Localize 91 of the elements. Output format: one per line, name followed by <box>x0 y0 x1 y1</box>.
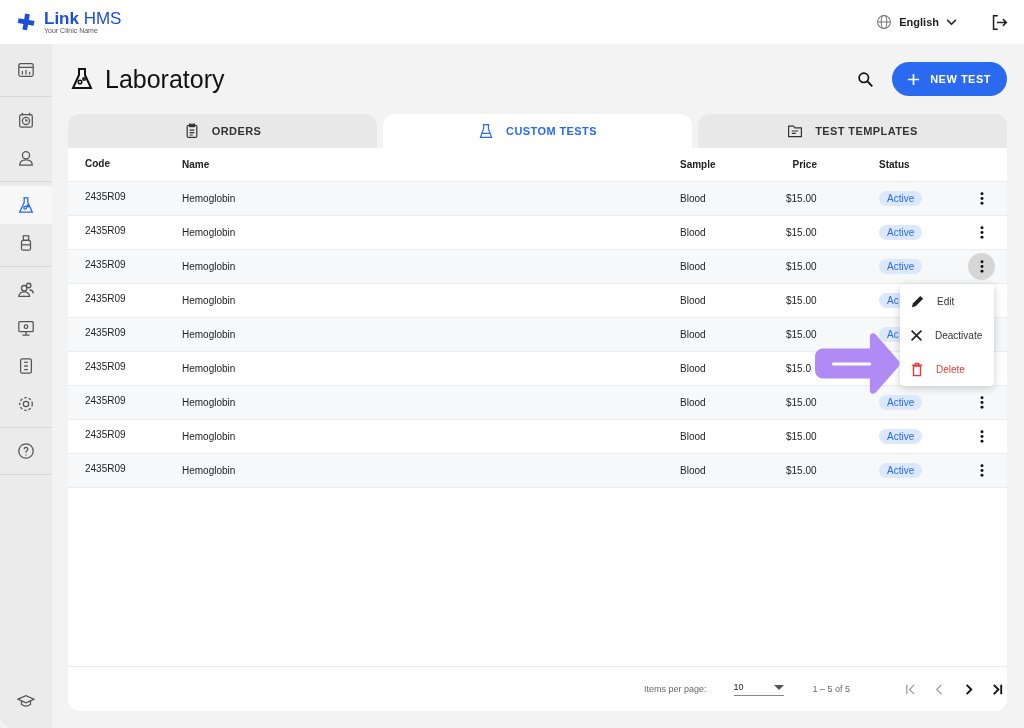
dashboard-icon <box>17 61 35 79</box>
skip-icon <box>991 682 1005 696</box>
table-cell-text: Hemoglobin <box>182 465 237 476</box>
globe-icon <box>876 14 893 30</box>
tab[interactable]: CUSTOM TESTS <box>383 114 692 148</box>
table-cell: $15.00 <box>786 431 817 442</box>
status-badge: Active <box>879 395 923 410</box>
plus-icon <box>907 72 921 86</box>
flask-icon <box>70 67 94 91</box>
folder-icon <box>787 123 804 139</box>
page-range: 1 – 5 of 5 <box>812 684 851 694</box>
chevron-down-icon <box>946 18 957 26</box>
table-cell-text: 2435R09 <box>85 259 127 270</box>
table-cell-text: 2435R09 <box>85 327 127 338</box>
tab[interactable]: TEST TEMPLATES <box>698 114 1007 148</box>
graduation-cap-icon <box>17 692 35 710</box>
tab[interactable]: ORDERS <box>68 114 377 148</box>
table-cell: $15.00 <box>786 397 817 408</box>
table-cell-text: Hemoglobin <box>182 363 237 374</box>
flask-icon <box>478 123 495 139</box>
column-header: Status <box>879 159 911 170</box>
table-cell-text: Blood <box>680 465 707 476</box>
table-cell-text: Hemoglobin <box>182 295 237 306</box>
table-cell-text: Blood <box>680 295 707 306</box>
items-per-page-select[interactable]: 10 <box>733 682 784 696</box>
more-vertical-icon <box>979 192 984 205</box>
table-cell-text: Blood <box>680 227 707 238</box>
table-cell-text: 2435R09 <box>85 463 127 474</box>
table-cell-text: Hemoglobin <box>182 329 237 340</box>
table-cell: $15.0 <box>786 363 812 374</box>
settings-icon <box>17 395 35 413</box>
monitor-icon <box>17 319 35 337</box>
more-vertical-icon <box>979 226 984 239</box>
status-badge: Active <box>879 429 923 444</box>
table-cell-text: 2435R09 <box>85 225 127 236</box>
table-cell: $15.00 <box>786 329 817 340</box>
status-badge: Active <box>879 259 923 274</box>
more-vertical-icon <box>979 430 984 443</box>
page-title: Laboratory <box>105 64 225 94</box>
table-cell-text: Hemoglobin <box>182 261 237 272</box>
table-cell: $15.00 <box>786 295 817 306</box>
trash-icon <box>910 361 924 377</box>
column-header: Price <box>792 159 817 170</box>
items-per-page-label: Items per page: <box>644 684 707 694</box>
column-header: Sample <box>680 159 717 170</box>
calendar-icon <box>17 111 35 129</box>
status-badge: Active <box>879 225 923 240</box>
document-icon <box>17 357 35 375</box>
dropdown-arrow-icon <box>773 684 784 690</box>
table-cell-text: 2435R09 <box>85 293 127 304</box>
table-cell-text: Blood <box>680 193 707 204</box>
more-button[interactable] <box>968 253 995 280</box>
brand-name: Link HMS <box>44 9 122 27</box>
table-cell: $15.00 <box>786 193 817 204</box>
table-cell: $15.00 <box>786 465 817 476</box>
status-badge: Active <box>879 463 923 478</box>
person-icon <box>17 149 35 167</box>
search-icon[interactable] <box>857 70 875 88</box>
table-cell-text: 2435R09 <box>85 429 127 440</box>
table-cell-text: Hemoglobin <box>182 431 237 442</box>
table-cell-text: Blood <box>680 431 707 442</box>
close-icon <box>910 328 923 342</box>
table-cell-text: Blood <box>680 261 707 272</box>
more-vertical-icon <box>979 260 984 273</box>
sidebar-item[interactable] <box>0 186 52 224</box>
status-badge: Active <box>879 191 923 206</box>
language-selector[interactable]: English <box>876 14 957 30</box>
pencil-icon <box>910 293 925 309</box>
table-cell: $15.00 <box>786 261 817 272</box>
column-header: Name <box>182 159 211 170</box>
flask-icon <box>17 196 35 214</box>
table-cell-text: 2435R09 <box>85 395 127 406</box>
table-cell-text: 2435R09 <box>85 191 127 202</box>
new-test-button[interactable]: NEW TEST <box>892 62 1007 96</box>
menu-item[interactable]: Delete <box>900 352 994 386</box>
table-cell-text: Hemoglobin <box>182 227 237 238</box>
more-vertical-icon <box>979 396 984 409</box>
table-cell-text: 2435R09 <box>85 361 127 372</box>
table-cell-text: Blood <box>680 397 707 408</box>
column-header: Code <box>85 158 111 169</box>
table-cell-text: Hemoglobin <box>182 193 237 204</box>
table-cell-text: Hemoglobin <box>182 397 237 408</box>
table-cell: $15.00 <box>786 227 817 238</box>
logout-icon[interactable] <box>991 13 1008 31</box>
last-page-button[interactable] <box>991 682 1005 696</box>
help-icon <box>17 442 35 460</box>
people-icon <box>17 281 35 299</box>
cross-logo-icon <box>17 12 36 32</box>
table-cell-text: Blood <box>680 329 707 340</box>
more-vertical-icon <box>979 464 984 477</box>
table-cell-text: Blood <box>680 363 707 374</box>
